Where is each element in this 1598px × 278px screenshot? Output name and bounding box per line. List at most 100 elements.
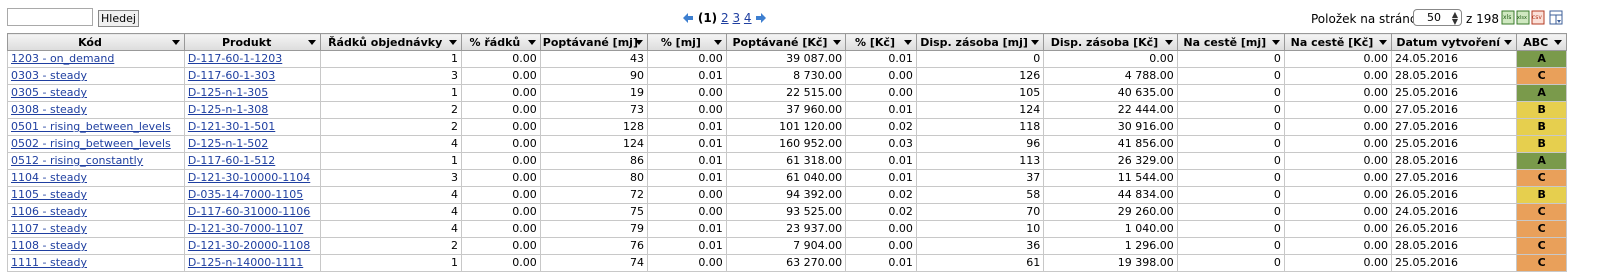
sort-dropdown-icon[interactable]: [903, 40, 912, 45]
cell-stock-czk: 0.00: [1043, 50, 1178, 68]
cell-transit-units: 0: [1176, 50, 1285, 68]
product-link[interactable]: D-035-14-7000-1105: [188, 188, 303, 201]
pagination: (1) 2 3 4: [682, 10, 767, 26]
cell-product: D-121-30-7000-1107: [183, 220, 322, 238]
column-header-pct-lines[interactable]: % řádků: [460, 33, 541, 51]
product-link[interactable]: D-125-n-1-305: [188, 86, 268, 99]
sort-dropdown-icon[interactable]: [171, 40, 180, 45]
cell-product: D-125-n-1-502: [183, 135, 322, 153]
cell-transit-units: 0: [1176, 254, 1285, 272]
cell-order-lines: 4: [320, 203, 462, 221]
column-header-demand-units[interactable]: Poptávané [mj]: [539, 33, 648, 51]
code-link[interactable]: 0305 - steady: [11, 86, 87, 99]
column-header-demand-czk[interactable]: Poptávané [Kč]: [725, 33, 847, 51]
table-row: 1203 - on_demand D-117-60-1-1203 1 0.00 43 0.…: [7, 50, 1567, 68]
code-link[interactable]: 1107 - steady: [11, 222, 87, 235]
csv-icon[interactable]: csv: [1531, 10, 1545, 25]
code-link[interactable]: 0303 - steady: [11, 69, 87, 82]
column-header-transit-czk[interactable]: Na cestě [Kč]: [1283, 33, 1393, 51]
column-header-code[interactable]: Kód: [7, 33, 185, 51]
cell-pct-lines: 0.00: [460, 84, 541, 102]
sort-dropdown-icon[interactable]: [1504, 40, 1513, 45]
cell-stock-units: 96: [915, 135, 1045, 153]
sort-dropdown-icon[interactable]: [713, 40, 722, 45]
cell-transit-czk: 0.00: [1283, 84, 1393, 102]
sort-dropdown-icon[interactable]: [1031, 40, 1040, 45]
per-page-label: Položek na stránce: [1311, 12, 1424, 26]
column-header-stock-units[interactable]: Disp. zásoba [mj]: [915, 33, 1045, 51]
prev-page-icon[interactable]: [682, 12, 694, 24]
cell-transit-czk: 0.00: [1283, 67, 1393, 85]
product-link[interactable]: D-117-60-1-512: [188, 154, 275, 167]
cell-transit-units: 0: [1176, 203, 1285, 221]
cell-stock-czk: 4 788.00: [1043, 67, 1178, 85]
cell-transit-czk: 0.00: [1283, 237, 1393, 255]
product-link[interactable]: D-121-30-20000-1108: [188, 239, 310, 252]
sort-dropdown-icon[interactable]: [1554, 40, 1562, 45]
product-link[interactable]: D-117-60-1-303: [188, 69, 275, 82]
cell-code: 0502 - rising_between_levels: [7, 135, 185, 153]
per-page-select[interactable]: 50 ▲ ▼: [1413, 9, 1462, 26]
product-link[interactable]: D-125-n-1-308: [188, 103, 268, 116]
column-header-pct-czk[interactable]: % [Kč]: [845, 33, 917, 51]
excel-xls-icon[interactable]: xls: [1501, 10, 1515, 25]
cell-stock-czk: 40 635.00: [1043, 84, 1178, 102]
column-header-label: % [mj]: [660, 35, 701, 49]
code-link[interactable]: 1105 - steady: [11, 188, 87, 201]
code-link[interactable]: 0512 - rising_constantly: [11, 154, 143, 167]
cell-abc: C: [1516, 254, 1567, 272]
product-link[interactable]: D-117-60-31000-1106: [188, 205, 310, 218]
product-link[interactable]: D-121-30-7000-1107: [188, 222, 303, 235]
product-link[interactable]: D-125-n-14000-1111: [188, 256, 303, 269]
sort-dropdown-icon[interactable]: [527, 40, 536, 45]
code-link[interactable]: 1108 - steady: [11, 239, 87, 252]
sort-dropdown-icon[interactable]: [1379, 40, 1388, 45]
search-button[interactable]: Hledej: [98, 10, 139, 27]
column-header-transit-units[interactable]: Na cestě [mj]: [1176, 33, 1285, 51]
cell-pct-lines: 0.00: [460, 169, 541, 187]
cell-demand-units: 76: [539, 237, 648, 255]
column-header-abc[interactable]: ABC: [1516, 33, 1567, 51]
cell-demand-units: 19: [539, 84, 648, 102]
page-link-4[interactable]: 4: [744, 11, 752, 25]
cell-demand-czk: 23 937.00: [725, 220, 847, 238]
code-link[interactable]: 0502 - rising_between_levels: [11, 137, 171, 150]
product-link[interactable]: D-121-30-10000-1104: [188, 171, 310, 184]
column-header-pct-units[interactable]: % [mj]: [646, 33, 727, 51]
sort-dropdown-icon[interactable]: [1164, 40, 1173, 45]
column-header-product[interactable]: Produkt: [183, 33, 322, 51]
code-link[interactable]: 0308 - steady: [11, 103, 87, 116]
excel-xlsx-icon[interactable]: xlsx: [1516, 10, 1530, 25]
search-input[interactable]: [7, 8, 93, 26]
product-link[interactable]: D-117-60-1-1203: [188, 52, 282, 65]
column-header-label: Produkt: [222, 35, 272, 49]
sort-dropdown-icon[interactable]: [448, 40, 457, 45]
code-link[interactable]: 0501 - rising_between_levels: [11, 120, 171, 133]
cell-demand-czk: 160 952.00: [725, 135, 847, 153]
page-link-3[interactable]: 3: [732, 11, 740, 25]
column-header-stock-czk[interactable]: Disp. zásoba [Kč]: [1043, 33, 1178, 51]
sort-dropdown-icon[interactable]: [1271, 40, 1280, 45]
svg-text:xls: xls: [1503, 14, 1511, 21]
cell-demand-czk: 101 120.00: [725, 118, 847, 136]
column-settings-icon[interactable]: [1549, 10, 1563, 25]
sort-dropdown-icon[interactable]: [833, 40, 842, 45]
next-page-icon[interactable]: [755, 12, 767, 24]
code-link[interactable]: 1111 - steady: [11, 256, 87, 269]
code-link[interactable]: 1104 - steady: [11, 171, 87, 184]
code-link[interactable]: 1203 - on_demand: [11, 52, 114, 65]
sort-dropdown-icon[interactable]: [308, 40, 317, 45]
column-header-order-lines[interactable]: Řádků objednávky: [320, 33, 462, 51]
code-link[interactable]: 1106 - steady: [11, 205, 87, 218]
product-link[interactable]: D-125-n-1-502: [188, 137, 268, 150]
cell-transit-units: 0: [1176, 220, 1285, 238]
cell-order-lines: 1: [320, 254, 462, 272]
page-link-2[interactable]: 2: [721, 11, 729, 25]
column-header-created-date[interactable]: Datum vytvoření: [1391, 33, 1518, 51]
sort-dropdown-icon[interactable]: [634, 40, 643, 45]
product-link[interactable]: D-121-30-1-501: [188, 120, 275, 133]
cell-pct-units: 0.00: [646, 101, 727, 119]
cell-code: 0303 - steady: [7, 67, 185, 85]
cell-order-lines: 2: [320, 101, 462, 119]
cell-stock-czk: 11 544.00: [1043, 169, 1178, 187]
